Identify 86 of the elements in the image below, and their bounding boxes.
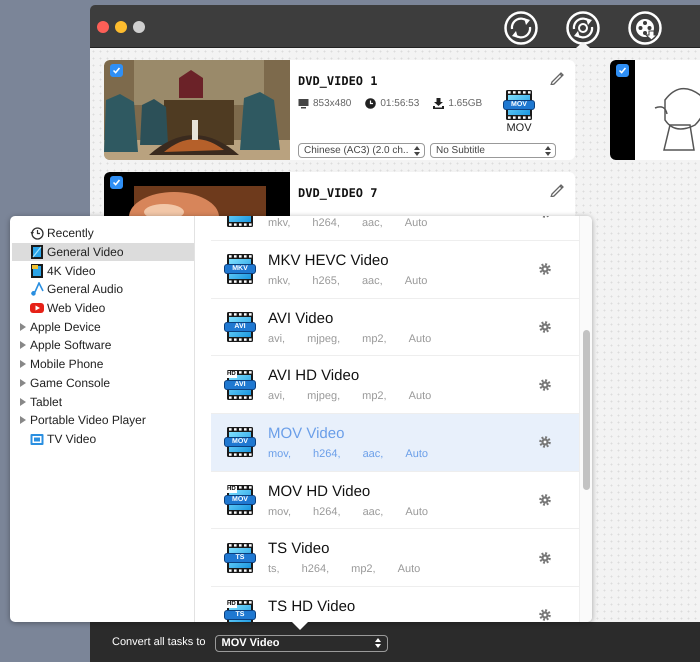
checkbox[interactable] xyxy=(110,176,123,189)
category-item[interactable]: Web Video xyxy=(12,298,194,318)
settings-icon[interactable] xyxy=(539,378,551,391)
scrollbar-thumb[interactable] xyxy=(583,330,590,490)
format-spec: Auto xyxy=(408,389,432,404)
play-icon xyxy=(30,301,44,316)
category-item[interactable]: Apple Software xyxy=(12,336,194,355)
category-item[interactable]: TV Video xyxy=(12,430,194,448)
film-icon xyxy=(30,264,44,278)
format-spec: mp2, xyxy=(362,389,387,404)
film-icon xyxy=(30,245,44,260)
format-name: MOV Video xyxy=(268,424,346,444)
format-name: MOV HD Video xyxy=(268,482,372,502)
format-spec: mp2, xyxy=(362,332,387,346)
format-spec: mkv, xyxy=(268,216,290,230)
video-resolution: 853x480 xyxy=(313,98,352,109)
format-dropdown[interactable]: MOV Video xyxy=(214,634,388,652)
format-spec: Auto xyxy=(404,216,428,230)
convert-label: Convert all tasks to xyxy=(112,636,206,648)
settings-icon[interactable] xyxy=(539,494,551,506)
settings-icon[interactable] xyxy=(539,436,551,448)
settings-icon[interactable] xyxy=(539,552,551,564)
video-duration: 01:56:53 xyxy=(380,98,420,109)
updown-arrows-icon xyxy=(414,146,420,156)
format-spec: h264, xyxy=(312,216,340,230)
updown-arrows-icon xyxy=(545,146,551,156)
clock-icon xyxy=(30,226,44,240)
format-spec: mjpeg, xyxy=(307,332,340,346)
settings-icon[interactable] xyxy=(539,321,551,334)
category-item[interactable]: Tablet xyxy=(12,392,194,411)
monitor-icon xyxy=(298,98,309,109)
subtitle-dropdown[interactable]: No Subtitle xyxy=(430,143,556,158)
format-spec: mp2, xyxy=(351,562,376,576)
format-spec: aac, xyxy=(362,504,384,519)
tv-icon xyxy=(30,432,44,446)
format-spec: Auto xyxy=(398,562,420,576)
format-spec: aac, xyxy=(362,216,383,230)
format-spec: mov, xyxy=(268,447,292,462)
format-name: MKV HEVC Video xyxy=(268,251,390,271)
format-spec: mkv, xyxy=(268,274,290,288)
audio-track-dropdown[interactable]: Chinese (AC3) (2.0 ch.. xyxy=(298,143,425,158)
format-spec: Auto xyxy=(404,274,428,288)
format-spec: mjpeg, xyxy=(307,389,340,404)
format-name: AVI HD Video xyxy=(268,366,360,386)
format-spec: avi, xyxy=(268,332,286,346)
clock-icon xyxy=(365,98,376,109)
settings-icon[interactable] xyxy=(539,263,551,276)
video-title: DVD_VIDEO 7 xyxy=(298,186,378,200)
format-label: MOV xyxy=(506,122,532,134)
checkbox[interactable] xyxy=(110,64,123,77)
format-spec: h264, xyxy=(313,504,341,519)
format-spec: h265, xyxy=(312,274,340,288)
format-spec: ts, xyxy=(268,562,280,576)
video-size: 1.65GB xyxy=(448,98,482,109)
format-spec: Auto xyxy=(405,504,428,519)
minimize-button[interactable] xyxy=(115,21,127,33)
format-spec: Auto xyxy=(408,332,432,346)
format-name: TS Video xyxy=(268,539,330,560)
settings-icon[interactable] xyxy=(539,609,551,622)
category-item[interactable]: General Video xyxy=(12,242,194,262)
zoom-button[interactable] xyxy=(133,21,145,33)
updown-arrows-icon xyxy=(374,638,381,648)
format-spec: h264, xyxy=(302,562,330,576)
video-title: DVD_VIDEO 1 xyxy=(298,74,378,88)
format-spec: Auto xyxy=(405,447,428,462)
category-item[interactable]: Portable Video Player xyxy=(12,410,194,430)
format-spec: h264, xyxy=(313,447,341,462)
category-item[interactable]: 4K Video xyxy=(12,261,194,280)
check-icon xyxy=(111,177,122,188)
check-icon xyxy=(617,65,628,76)
format-spec: aac, xyxy=(362,447,384,462)
download-icon xyxy=(433,98,444,109)
checkbox[interactable] xyxy=(616,64,629,77)
category-item[interactable]: Mobile Phone xyxy=(12,354,194,374)
format-spec: avi, xyxy=(268,389,286,404)
format-name: TS HD Video xyxy=(268,597,356,618)
music-note-icon xyxy=(30,282,44,296)
category-item[interactable]: General Audio xyxy=(12,280,194,299)
check-icon xyxy=(111,65,122,76)
format-name: AVI Video xyxy=(268,308,334,329)
format-spec: aac, xyxy=(362,274,383,288)
close-button[interactable] xyxy=(97,21,109,33)
category-item[interactable]: Apple Device xyxy=(12,317,194,336)
format-spec: mov, xyxy=(268,504,292,519)
category-item[interactable]: Game Console xyxy=(12,374,194,392)
category-item[interactable]: Recently xyxy=(12,224,194,243)
